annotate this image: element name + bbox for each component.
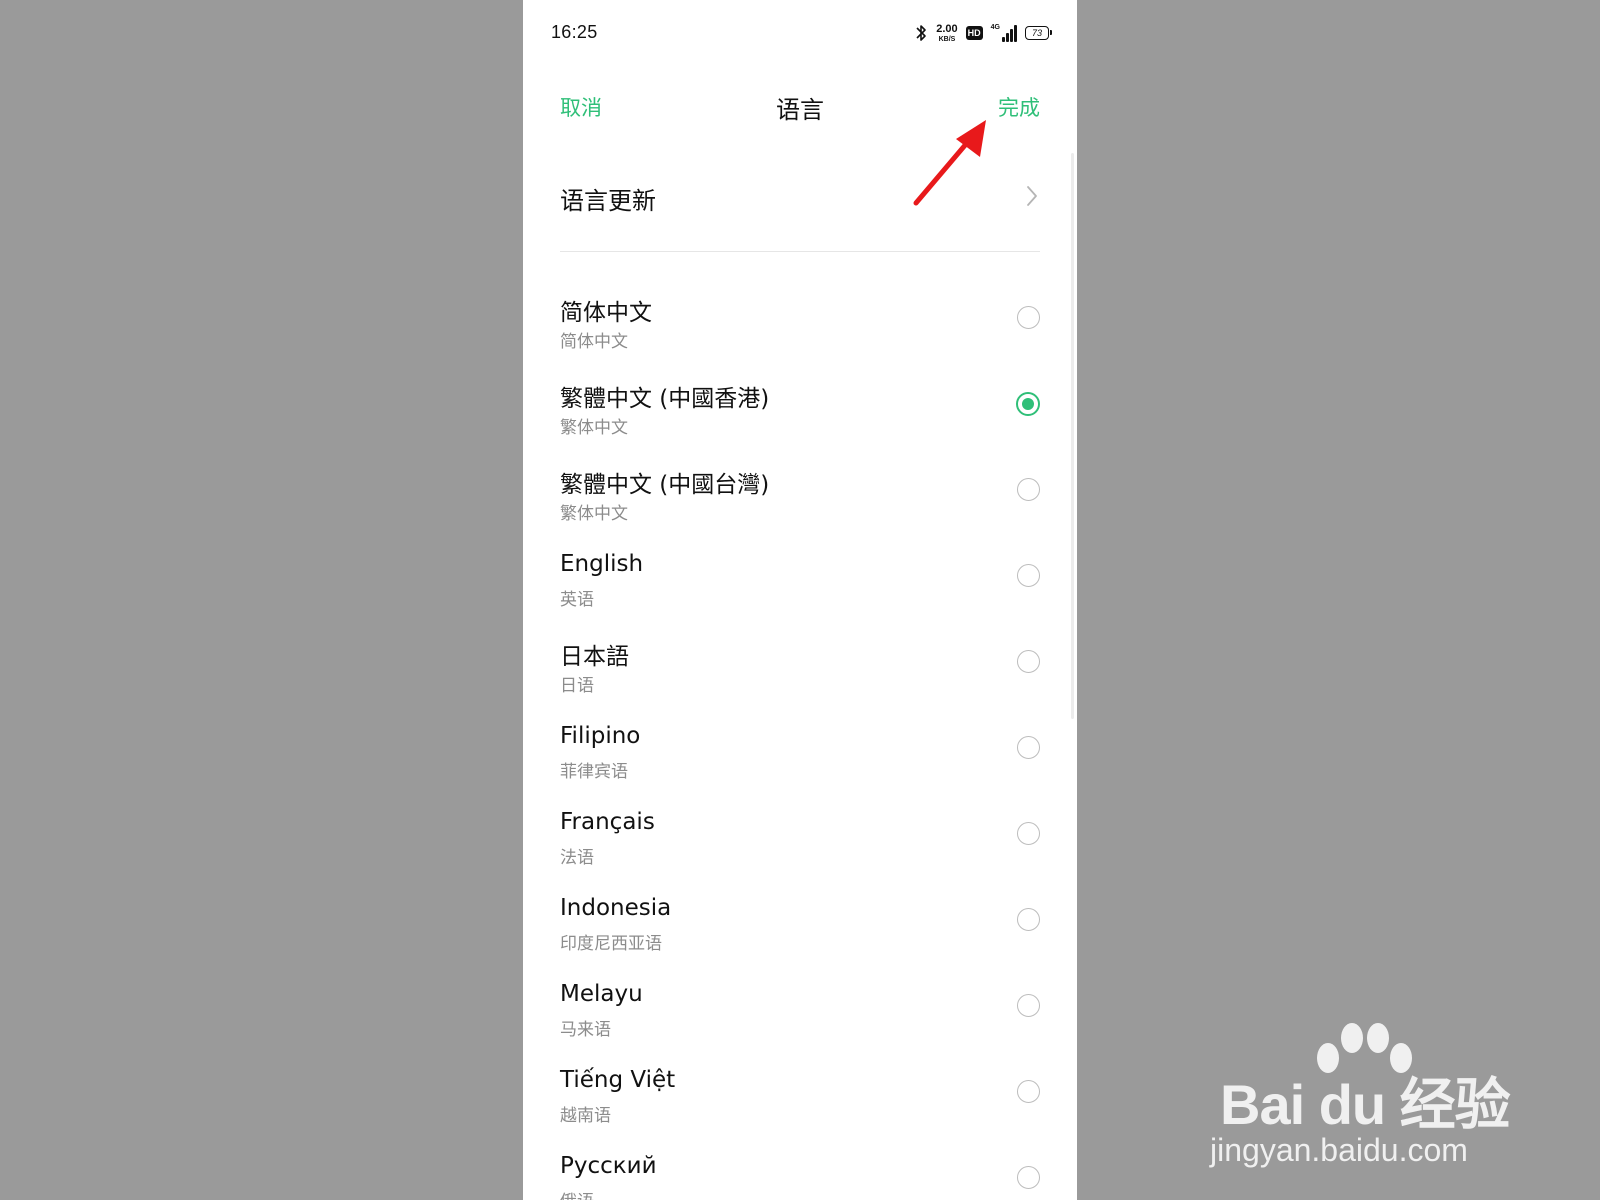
language-item[interactable]: Français 法语 (523, 799, 1077, 885)
language-name: 日本語 (560, 644, 629, 670)
language-name: Русский (560, 1153, 657, 1179)
language-item[interactable]: Indonesia 印度尼西亚语 (523, 885, 1077, 971)
language-native-name: 俄语 (560, 1187, 594, 1200)
radio-unchecked-icon[interactable] (1017, 908, 1040, 931)
network-type: 4G (990, 24, 1000, 31)
status-icons: 2.00 KB/S HD 4G 73 (914, 22, 1052, 43)
radio-unchecked-icon[interactable] (1017, 650, 1040, 673)
language-name: Indonesia (560, 895, 672, 921)
language-native-name: 菲律宾语 (560, 762, 628, 782)
language-native-name: 法语 (560, 848, 594, 868)
language-item[interactable]: English 英语 (523, 541, 1077, 627)
language-native-name: 简体中文 (560, 332, 628, 352)
done-button[interactable]: 完成 (998, 92, 1040, 122)
battery-level: 73 (1031, 27, 1042, 38)
language-item[interactable]: 简体中文 简体中文 (523, 283, 1077, 369)
scrollbar[interactable] (1071, 153, 1074, 719)
radio-unchecked-icon[interactable] (1017, 478, 1040, 501)
status-time: 16:25 (551, 22, 598, 42)
divider (560, 251, 1040, 252)
radio-checked-icon[interactable] (1016, 392, 1040, 416)
language-item[interactable]: Filipino 菲律宾语 (523, 713, 1077, 799)
language-item[interactable]: 繁體中文 (中國台灣) 繁体中文 (523, 455, 1077, 541)
language-name: Melayu (560, 981, 643, 1007)
radio-unchecked-icon[interactable] (1017, 736, 1040, 759)
watermark-logo: Bai du 经验 (1220, 1073, 1511, 1136)
language-native-name: 越南语 (560, 1106, 611, 1126)
language-list: 简体中文 简体中文 繁體中文 (中國香港) 繁体中文 繁體中文 (中國台灣) 繁体中文 En… (523, 283, 1077, 1200)
language-update-label: 语言更新 (560, 187, 656, 215)
annotation-arrow-icon (913, 120, 986, 206)
status-bar: 16:25 2.00 KB/S HD 4G 73 (523, 0, 1077, 66)
language-native-name: 印度尼西亚语 (560, 934, 662, 954)
language-item[interactable]: Русский 俄语 (523, 1143, 1077, 1200)
language-name: Filipino (560, 723, 641, 749)
language-item[interactable]: Tiếng Việt 越南语 (523, 1057, 1077, 1143)
language-native-name: 繁体中文 (560, 504, 628, 524)
radio-unchecked-icon[interactable] (1017, 1080, 1040, 1103)
network-speed-unit: KB/S (938, 35, 956, 43)
language-native-name: 英语 (560, 590, 594, 610)
language-name: 繁體中文 (中國香港) (560, 386, 770, 412)
signal-icon: 4G (991, 24, 1017, 42)
radio-unchecked-icon[interactable] (1017, 564, 1040, 587)
hd-icon: HD (965, 26, 983, 40)
network-speed: 2.00 KB/S (936, 22, 958, 43)
language-name: Tiếng Việt (560, 1067, 676, 1093)
network-speed-value: 2.00 (936, 22, 958, 35)
radio-unchecked-icon[interactable] (1017, 822, 1040, 845)
language-item[interactable]: Melayu 马来语 (523, 971, 1077, 1057)
language-name: 简体中文 (560, 300, 652, 326)
language-name: Français (560, 809, 655, 835)
radio-unchecked-icon[interactable] (1017, 1166, 1040, 1189)
language-name: 繁體中文 (中國台灣) (560, 472, 770, 498)
watermark-url: jingyan.baidu.com (1210, 1132, 1468, 1168)
bluetooth-icon (916, 25, 927, 41)
baidu-jingyan-watermark: Bai du 经验 jingyan.baidu.com (1210, 1020, 1520, 1190)
radio-unchecked-icon[interactable] (1017, 994, 1040, 1017)
language-native-name: 繁体中文 (560, 418, 628, 438)
battery-icon: 73 (1025, 26, 1052, 40)
language-item[interactable]: 日本語 日语 (523, 627, 1077, 713)
language-native-name: 日语 (560, 676, 594, 696)
language-name: English (560, 551, 644, 577)
chevron-right-icon (1027, 186, 1037, 206)
language-item[interactable]: 繁體中文 (中國香港) 繁体中文 (523, 369, 1077, 455)
language-native-name: 马来语 (560, 1020, 611, 1040)
radio-unchecked-icon[interactable] (1017, 306, 1040, 329)
